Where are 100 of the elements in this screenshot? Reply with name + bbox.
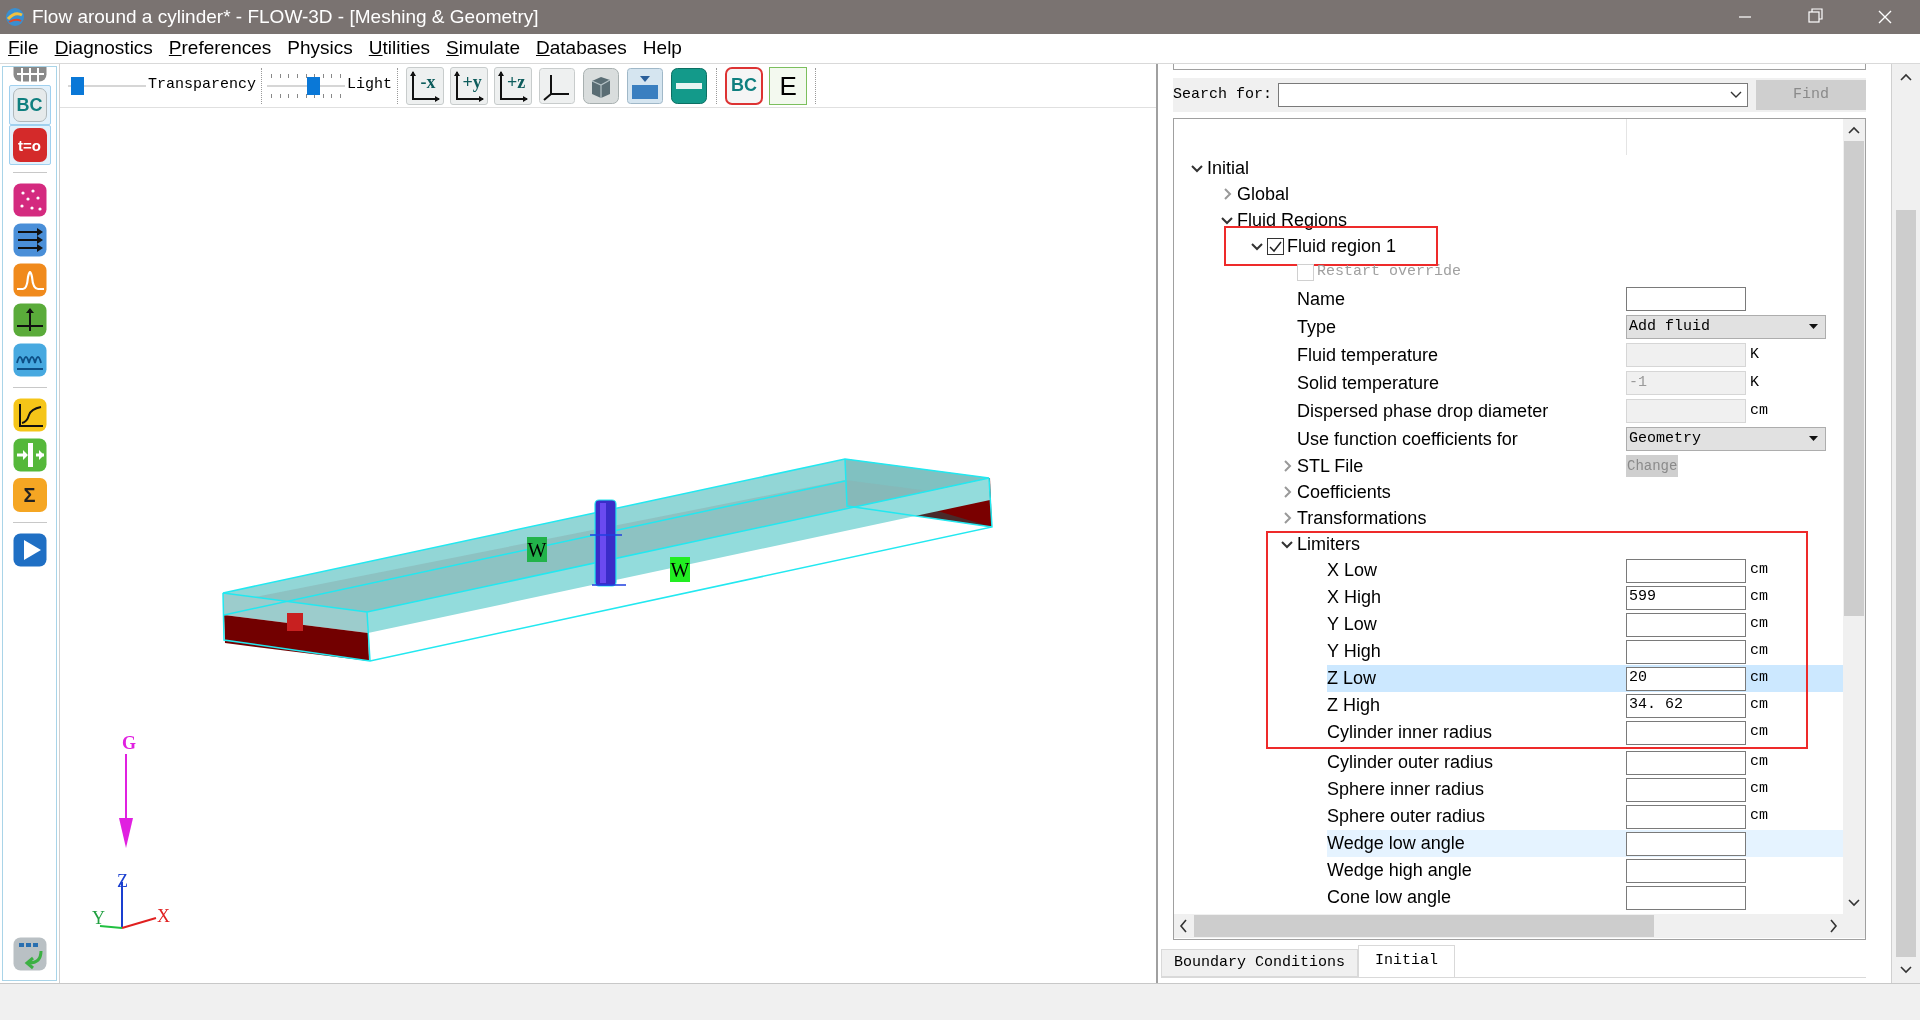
search-field[interactable] <box>1278 83 1749 107</box>
unit-label: cm <box>1750 806 1768 827</box>
property-label: Name <box>1297 287 1345 311</box>
property-row[interactable]: Cylinder inner radius cm <box>1327 719 1843 746</box>
input-field[interactable] <box>1626 858 1746 883</box>
property-row[interactable]: Wedge high angle <box>1327 857 1843 884</box>
toolbar-button[interactable]: +y <box>450 66 489 105</box>
input-field[interactable] <box>1626 287 1746 311</box>
property-label: X Low <box>1327 559 1378 582</box>
property-row[interactable]: Cylinder outer radius cm <box>1327 749 1843 776</box>
property-row[interactable]: X High 599 cm <box>1327 584 1843 611</box>
input-field[interactable] <box>1626 885 1746 910</box>
input-field[interactable]: 20 <box>1626 666 1746 691</box>
property-row[interactable]: Y High cm <box>1327 638 1843 665</box>
property-row[interactable]: Cone low angle <box>1327 884 1843 911</box>
input-field[interactable] <box>1626 750 1746 775</box>
property-label: Cylinder outer radius <box>1327 751 1494 774</box>
property-row[interactable]: Z High 34. 62 cm <box>1327 692 1843 719</box>
unit-label: cm <box>1750 400 1768 421</box>
input-field[interactable] <box>1626 558 1746 583</box>
toolbar-button[interactable] <box>670 66 709 105</box>
property-label: Fluid temperature <box>1297 343 1439 367</box>
property-label: Z High <box>1327 694 1380 717</box>
water-level-icon <box>627 67 664 104</box>
scrollbar-thumb[interactable] <box>1194 915 1654 937</box>
toolbar-button[interactable]: E <box>769 66 808 105</box>
slider-thumb[interactable] <box>71 76 85 95</box>
property-label: Cylinder inner radius <box>1327 721 1493 744</box>
unit-label: cm <box>1750 722 1768 743</box>
tab[interactable]: Initial <box>1358 945 1456 977</box>
dropdown-caret-icon[interactable] <box>1729 90 1744 100</box>
menu-item[interactable]: Diagnostics <box>48 34 159 63</box>
window-title: Flow around a cylinder* - FLOW-3D - [Meshing & Geometry] <box>32 4 539 29</box>
property-row[interactable]: Sphere inner radius cm <box>1327 776 1843 803</box>
menu-item[interactable]: Help <box>636 34 688 63</box>
menu-item[interactable]: Simulate <box>440 34 526 63</box>
property-row[interactable]: Z Low 20 cm <box>1327 665 1843 692</box>
property-label: X High <box>1327 586 1382 609</box>
particles-icon <box>12 183 47 217</box>
input-field[interactable] <box>1626 831 1746 856</box>
tree-item[interactable]: Global <box>1237 180 1290 208</box>
gravity-label: G <box>122 732 136 755</box>
app-logo-icon <box>4 6 26 28</box>
slider-label: Light <box>347 75 393 96</box>
property-label: Cone low angle <box>1327 886 1452 909</box>
tree-item[interactable]: Fluid region 1 <box>1287 232 1397 260</box>
toolbar-button[interactable]: BC <box>725 66 764 105</box>
tab[interactable]: Boundary Conditions <box>1161 949 1359 977</box>
input-field[interactable] <box>1626 720 1746 745</box>
boundary-label: W <box>527 537 547 562</box>
dropdown[interactable]: Geometry <box>1626 427 1826 451</box>
property-label: Y High <box>1327 640 1381 663</box>
slider[interactable] <box>267 73 346 98</box>
slider-thumb[interactable] <box>307 76 321 95</box>
property-label: Solid temperature <box>1297 371 1440 395</box>
tree-item[interactable]: Limiters <box>1297 530 1360 558</box>
tree-item[interactable]: STL File <box>1297 452 1364 480</box>
slider-label: Transparency <box>148 75 257 96</box>
menu-item[interactable]: Databases <box>530 34 633 63</box>
checkmark-icon <box>1269 239 1282 253</box>
tree-item[interactable]: Transformations <box>1297 504 1427 532</box>
scrollbar-thumb[interactable] <box>1844 141 1864 616</box>
toolbar-button[interactable]: +z <box>494 66 533 105</box>
scrollbar-thumb[interactable] <box>1896 210 1916 957</box>
ruler-icon <box>671 67 708 104</box>
unit-label: cm <box>1750 641 1768 662</box>
toolbar-button[interactable]: -x <box>406 66 445 105</box>
unit-label: cm <box>1750 587 1768 608</box>
tree-item[interactable]: Coefficients <box>1297 478 1391 506</box>
wave-icon <box>12 263 47 297</box>
axis-label: X <box>157 905 170 928</box>
input-field[interactable]: 34. 62 <box>1626 693 1746 718</box>
input-field[interactable] <box>1626 639 1746 664</box>
menu-item[interactable]: Preferences <box>162 34 278 63</box>
arrows-icon <box>12 223 47 257</box>
unit-label: cm <box>1750 614 1768 635</box>
solid-box-icon <box>583 67 620 104</box>
menu-item[interactable]: Physics <box>281 34 359 63</box>
input-field[interactable] <box>1626 612 1746 637</box>
axes-icon <box>539 67 576 104</box>
unit-label: K <box>1750 372 1759 393</box>
property-row[interactable]: Wedge low angle <box>1327 830 1843 857</box>
input-field[interactable] <box>1626 804 1746 829</box>
dropdown[interactable]: Add fluid <box>1626 315 1826 339</box>
tree-item[interactable]: Initial <box>1207 154 1250 182</box>
checkbox[interactable] <box>1267 237 1284 255</box>
sidebar-button[interactable]: t=o <box>8 125 51 165</box>
property-row[interactable]: Y Low cm <box>1327 611 1843 638</box>
property-label: Type <box>1297 315 1337 339</box>
property-label: Sphere inner radius <box>1327 778 1485 801</box>
menu-item[interactable]: File <box>2 34 45 63</box>
tree-item[interactable]: Fluid Regions <box>1237 206 1348 234</box>
menu-item[interactable]: Utilities <box>362 34 437 63</box>
property-row[interactable]: X Low cm <box>1327 557 1843 584</box>
sidebar-button[interactable]: BC <box>8 85 51 125</box>
play-icon <box>12 533 47 567</box>
property-label: Wedge high angle <box>1327 859 1472 882</box>
input-field[interactable]: 599 <box>1626 585 1746 610</box>
input-field[interactable] <box>1626 777 1746 802</box>
property-row[interactable]: Sphere outer radius cm <box>1327 803 1843 830</box>
